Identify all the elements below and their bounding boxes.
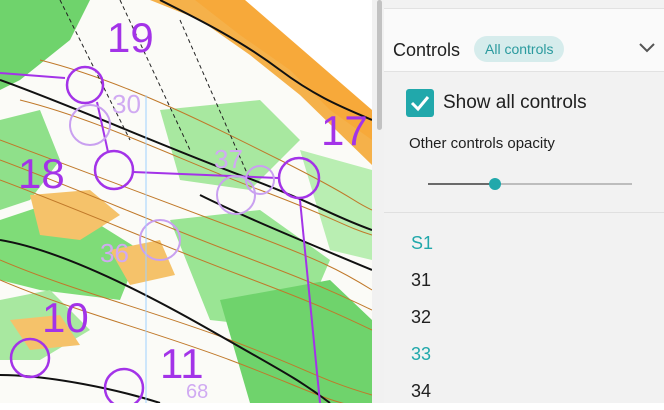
control-list-item[interactable]: 34 [384, 373, 664, 410]
faint-control-number: 36 [100, 238, 129, 268]
show-all-label: Show all controls [443, 92, 587, 113]
control-number-10: 10 [42, 294, 89, 341]
control-list-item[interactable]: S1 [384, 225, 664, 262]
faint-control-number: 37 [214, 144, 243, 174]
scrollbar-thumb[interactable] [377, 0, 382, 130]
control-number-18: 18 [18, 150, 65, 197]
chevron-down-icon[interactable] [638, 39, 656, 57]
controls-panel-header[interactable]: Controls All controls [384, 8, 664, 72]
show-all-checkbox[interactable] [406, 89, 434, 117]
filter-chip[interactable]: All controls [474, 36, 565, 62]
map-graphic: 19 18 17 10 11 30 36 37 68 [0, 0, 372, 403]
slider-fill [428, 183, 496, 185]
faint-control-number: 30 [112, 89, 141, 119]
orienteering-map[interactable]: 19 18 17 10 11 30 36 37 68 [0, 0, 372, 403]
opacity-label: Other controls opacity [409, 135, 555, 152]
control-list-item[interactable]: 32 [384, 299, 664, 336]
control-list-item[interactable]: 31 [384, 262, 664, 299]
slider-thumb[interactable] [489, 178, 502, 190]
controls-panel: Controls All controls Show all controls … [384, 0, 664, 403]
divider [384, 212, 664, 213]
control-number-11: 11 [160, 340, 204, 387]
checkmark-icon [410, 96, 430, 112]
controls-title: Controls [393, 40, 461, 60]
control-list-item[interactable]: 33 [384, 336, 664, 373]
control-number-17: 17 [321, 107, 368, 154]
control-list: S1 31 32 33 34 [384, 225, 664, 410]
faint-control-number: 68 [186, 381, 208, 403]
opacity-slider[interactable] [428, 174, 632, 194]
control-number-19: 19 [107, 14, 154, 61]
